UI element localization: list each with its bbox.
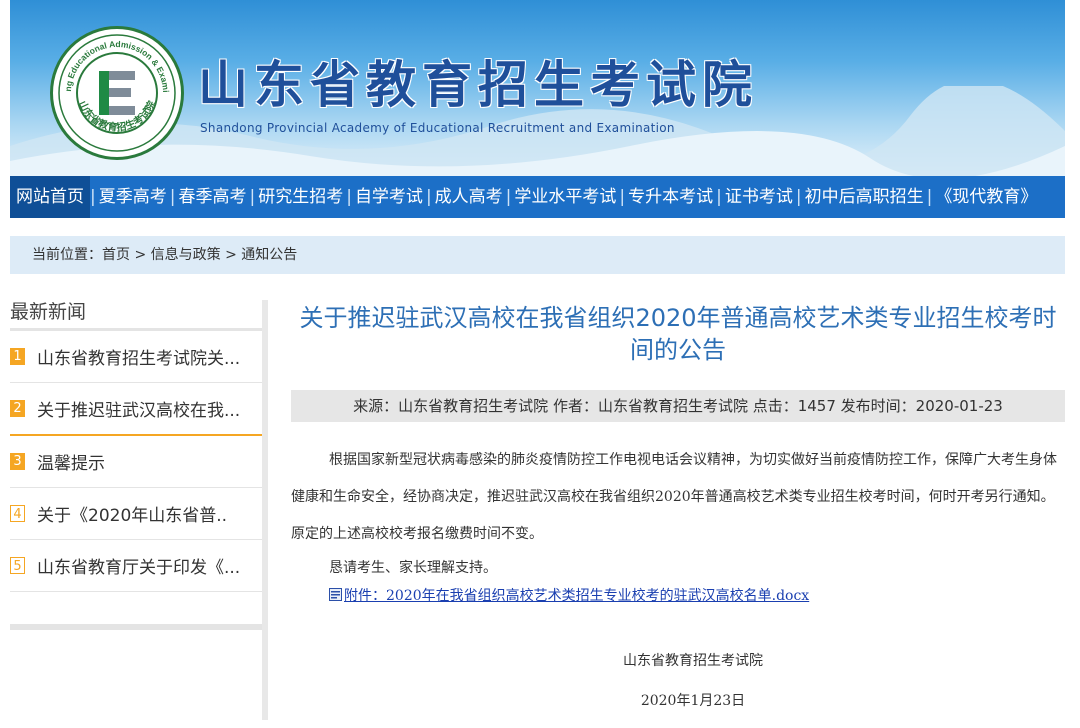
nav-item-graduate-exam[interactable]: 研究生招考 [255,176,346,218]
news-item[interactable]: 1 山东省教育招生考试院关... [10,331,262,383]
news-item[interactable]: 5 山东省教育厅关于印发《... [10,540,262,592]
breadcrumb-separator: > [220,247,242,263]
news-item[interactable]: 4 关于《2020年山东省普.. [10,488,262,540]
breadcrumb-prefix: 当前位置： [32,247,102,263]
breadcrumb-home-link[interactable]: 首页 [102,247,130,263]
site-subtitle: Shandong Provincial Academy of Education… [200,121,675,135]
nav-item-vocational-enrollment[interactable]: 初中后高职招生 [802,176,927,218]
news-number-badge: 3 [10,453,25,470]
latest-news-sidebar: 最新新闻 1 山东省教育招生考试院关... 2 关于推迟驻武汉高校在我... 3… [10,296,262,630]
news-item[interactable]: 2 关于推迟驻武汉高校在我... [10,383,262,436]
site-banner: Shandong Educational Admission & Examina… [10,0,1065,176]
news-number-badge: 2 [10,400,25,417]
article-date: 2020年1月23日 [640,693,746,709]
article-paragraph: 根据国家新型冠状病毒感染的肺炎疫情防控工作电视电话会议精神，为切实做好当前疫情防… [291,452,1057,542]
article-title: 关于推迟驻武汉高校在我省组织2020年普通高校艺术类专业招生校考时间的公告 [299,304,1057,364]
sidebar-bottom-rule [10,624,262,630]
breadcrumb-separator: > [130,247,151,263]
main-nav: 网站首页 | 夏季高考 | 春季高考 | 研究生招考 | 自学考试 | 成人高考… [10,176,1065,218]
news-title: 温馨提示 [37,454,105,474]
nav-item-home[interactable]: 网站首页 [10,176,90,218]
news-title: 关于推迟驻武汉高校在我... [37,401,241,421]
news-number-badge: 1 [10,348,25,365]
site-title: 山东省教育招生考试院 [198,56,758,114]
article: 关于推迟驻武汉高校在我省组织2020年普通高校艺术类专业招生校考时间的公告 来源… [291,296,1065,711]
news-title: 山东省教育招生考试院关... [37,349,241,369]
breadcrumb-notice-link[interactable]: 通知公告 [241,247,297,263]
news-item[interactable]: 3 温馨提示 [10,436,262,488]
nav-item-proficiency-exam[interactable]: 学业水平考试 [511,176,619,218]
article-body: 根据国家新型冠状病毒感染的肺炎疫情防控工作电视电话会议精神，为切实做好当前疫情防… [291,442,1065,711]
column-divider [262,300,268,720]
nav-item-certificate-exam[interactable]: 证书考试 [722,176,796,218]
article-signature: 山东省教育招生考试院 [623,653,763,669]
news-title: 关于《2020年山东省普.. [37,506,228,526]
nav-item-adult-exam[interactable]: 成人高考 [432,176,506,218]
nav-item-spring-exam[interactable]: 春季高考 [175,176,249,218]
breadcrumb: 当前位置：首页 > 信息与政策 > 通知公告 [10,236,1065,274]
article-paragraph: 恳请考生、家长理解支持。 [329,560,497,576]
academy-logo[interactable]: Shandong Educational Admission & Examina… [50,26,184,160]
nav-item-upgrade-exam[interactable]: 专升本考试 [625,176,716,218]
nav-item-self-study-exam[interactable]: 自学考试 [352,176,426,218]
breadcrumb-policy-link[interactable]: 信息与政策 [151,247,221,263]
word-document-icon [329,588,342,601]
sidebar-heading: 最新新闻 [10,296,262,331]
attachment-link[interactable]: 附件：2020年在我省组织高校艺术类招生专业校考的驻武汉高校名单.docx [344,588,809,604]
nav-item-summer-exam[interactable]: 夏季高考 [96,176,170,218]
news-number-badge: 5 [10,557,25,574]
nav-item-modern-education[interactable]: 《现代教育》 [932,176,1040,218]
news-number-badge: 4 [10,505,25,522]
attachment-row: 附件：2020年在我省组织高校艺术类招生专业校考的驻武汉高校名单.docx [291,583,1065,609]
article-meta: 来源：山东省教育招生考试院 作者：山东省教育招生考试院 点击：1457 发布时间… [291,390,1065,422]
news-title: 山东省教育厅关于印发《... [37,558,241,578]
